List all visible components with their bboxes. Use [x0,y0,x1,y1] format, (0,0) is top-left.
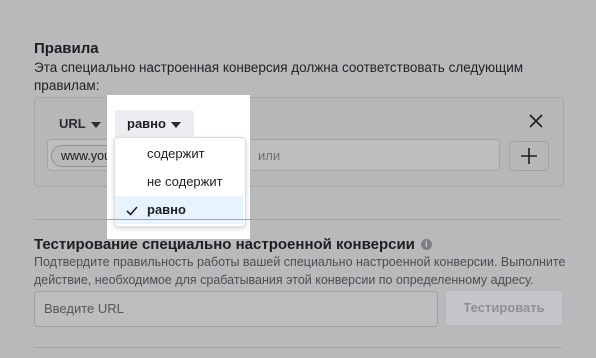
menu-item-label: содержит [147,146,205,161]
info-icon[interactable]: i [420,239,432,250]
operator-dropdown[interactable]: равно [115,110,194,138]
rules-title: Правила [34,40,99,57]
menu-item-contains[interactable]: содержит [115,140,243,168]
test-description: Подтвердите правильность работы вашей сп… [34,255,566,287]
rules-description: Эта специально настроенная конверсия дол… [34,60,524,93]
test-url-placeholder: Введите URL [44,301,124,316]
test-title: Тестирование специально настроенной конв… [34,236,432,253]
field-dropdown[interactable]: URL [59,116,101,131]
close-icon [529,114,543,128]
menu-item-label: не содержит [147,174,223,189]
plus-icon [521,148,537,164]
url-input-placeholder: или [258,148,281,163]
divider [34,219,562,220]
operator-dropdown-label: равно [127,116,166,131]
divider [34,347,562,348]
add-value-button[interactable] [509,141,549,171]
operator-menu: содержит не содержит равно [114,137,246,227]
field-dropdown-label: URL [59,116,86,131]
caret-down-icon [90,121,101,128]
test-title-text: Тестирование специально настроенной конв… [34,236,415,253]
caret-down-icon [170,121,181,128]
test-button[interactable]: Тестировать [446,291,562,325]
remove-rule-button[interactable] [529,112,543,132]
menu-item-not-contains[interactable]: не содержит [115,168,243,196]
